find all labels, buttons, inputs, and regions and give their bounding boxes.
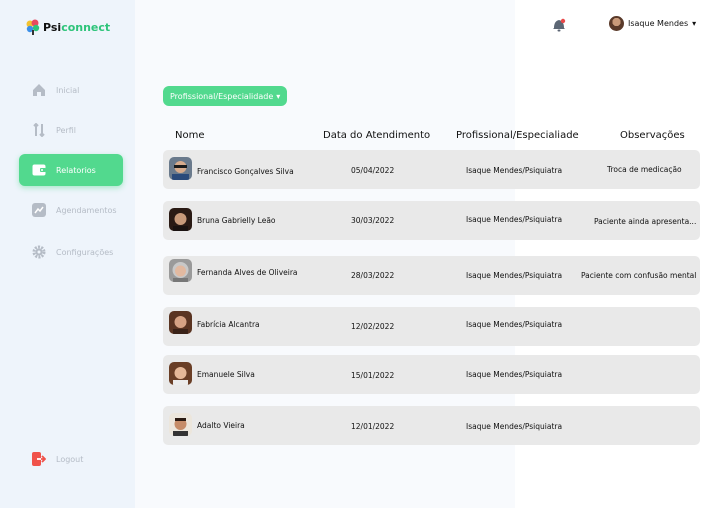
patient-name: Adalto Vieira [197, 421, 245, 430]
home-icon [32, 83, 46, 97]
professional: Isaque Mendes/Psiquiatra [466, 271, 563, 280]
sidebar-item-relatorios[interactable]: Relatorios [19, 154, 123, 186]
appointment-date: 12/02/2022 [351, 322, 395, 331]
brand-name-part2: connect [61, 20, 111, 34]
patient-avatar [169, 311, 192, 334]
patient-name: Bruna Gabrielly Leão [197, 216, 276, 225]
patient-avatar [169, 259, 192, 282]
profile-icon [32, 123, 46, 137]
patient-name: Francisco Gonçalves Silva [197, 167, 294, 176]
sidebar-item-label: Inicial [56, 85, 80, 95]
patient-avatar [169, 157, 192, 180]
table-row[interactable]: Fabrícia Alcantra 12/02/2022 Isaque Mend… [163, 307, 700, 346]
appointment-date: 28/03/2022 [351, 271, 395, 280]
observation: Paciente ainda apresenta... [594, 217, 697, 226]
table-row[interactable]: Emanuele Silva 15/01/2022 Isaque Mendes/… [163, 355, 700, 394]
sidebar-item-label: Agendamentos [56, 205, 117, 215]
patient-name: Fabrícia Alcantra [197, 320, 260, 329]
user-name: Isaque Mendes [628, 19, 689, 28]
professional: Isaque Mendes/Psiquiatra [466, 370, 563, 379]
table-row[interactable]: Adalto Vieira 12/01/2022 Isaque Mendes/P… [163, 406, 700, 445]
logout-label: Logout [56, 454, 84, 464]
professional: Isaque Mendes/Psiquiatra [466, 166, 563, 175]
chevron-down-icon: ▾ [276, 91, 281, 101]
sidebar-item-label: Perfil [56, 125, 77, 135]
brand-logo[interactable]: Psiconnect [26, 19, 110, 35]
observation: Troca de medicação [607, 165, 682, 174]
patient-name: Emanuele Silva [197, 370, 255, 379]
sidebar-item-agendamentos[interactable]: Agendamentos [19, 194, 123, 226]
sidebar-item-perfil[interactable]: Perfil [19, 114, 123, 146]
notification-bell-icon[interactable] [552, 17, 566, 33]
logout-button[interactable]: Logout [19, 443, 123, 475]
specialty-filter-dropdown[interactable]: Profissional/Especialidade ▾ [163, 86, 288, 106]
sidebar-item-label: Configurações [56, 247, 114, 257]
observation: Paciente com confusão mental [581, 271, 697, 280]
column-header-nome: Nome [175, 130, 205, 141]
column-header-profissional: Profissional/Especialiade [456, 130, 579, 141]
appointment-date: 12/01/2022 [351, 422, 395, 431]
brand-name: Psiconnect [43, 21, 110, 34]
avatar [609, 16, 624, 31]
chart-icon [32, 203, 46, 217]
brand-name-part1: Psi [43, 20, 62, 34]
patient-avatar [169, 362, 192, 385]
gear-icon [32, 245, 46, 259]
sidebar-item-configuracoes[interactable]: Configurações [19, 236, 123, 268]
sidebar-item-inicial[interactable]: Inicial [19, 74, 123, 106]
logout-icon [32, 452, 46, 466]
user-menu[interactable]: Isaque Mendes ▾ [609, 16, 696, 31]
professional: Isaque Mendes/Psiquiatra [466, 422, 563, 431]
brain-logo-icon [26, 19, 40, 35]
wallet-icon [32, 163, 46, 177]
table-row[interactable]: Francisco Gonçalves Silva 05/04/2022 Isa… [163, 150, 700, 189]
sidebar-item-label: Relatorios [56, 165, 96, 175]
patient-name: Fernanda Alves de Oliveira [197, 268, 298, 277]
patient-avatar [169, 208, 192, 231]
professional: Isaque Mendes/Psiquiatra [466, 320, 563, 329]
appointment-date: 15/01/2022 [351, 371, 395, 380]
chevron-down-icon: ▾ [692, 19, 697, 28]
filter-label: Profissional/Especialidade [170, 91, 274, 101]
column-header-data: Data do Atendimento [323, 130, 431, 141]
table-row[interactable]: Bruna Gabrielly Leão 30/03/2022 Isaque M… [163, 201, 700, 240]
table-row[interactable]: Fernanda Alves de Oliveira 28/03/2022 Is… [163, 256, 700, 295]
appointment-date: 30/03/2022 [351, 216, 395, 225]
column-header-observacoes: Observações [620, 130, 685, 141]
appointment-date: 05/04/2022 [351, 166, 395, 175]
patient-avatar [169, 413, 192, 436]
professional: Isaque Mendes/Psiquiatra [466, 215, 563, 224]
